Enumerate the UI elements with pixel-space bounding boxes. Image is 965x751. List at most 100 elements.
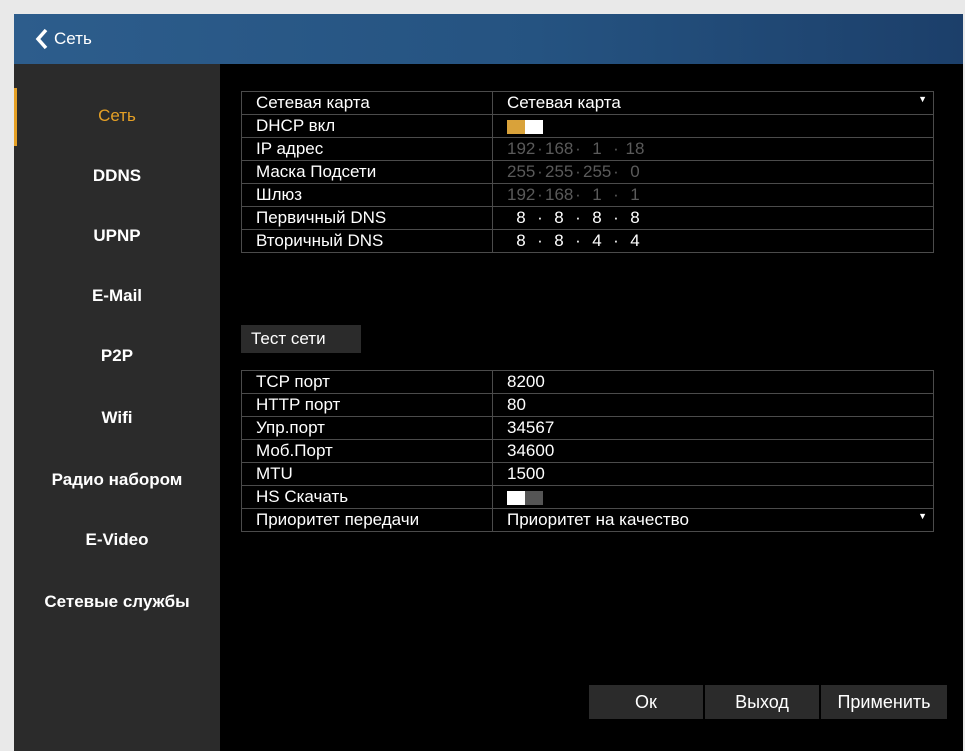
hs-download-toggle[interactable]: [507, 490, 543, 505]
table-row: MTU 1500: [241, 462, 934, 486]
ip-octet: 8: [516, 208, 526, 227]
toggle-on-segment: [507, 119, 525, 134]
secondary-dns-label: Вторичный DNS: [241, 229, 493, 253]
ip-octet: 255: [545, 162, 574, 181]
table-row: DHCP вкл: [241, 114, 934, 138]
subnet-mask-label: Маска Подсети: [241, 160, 493, 184]
ip-octet: 18: [625, 139, 645, 158]
active-indicator: [14, 88, 17, 146]
toggle-knob: [507, 490, 525, 505]
sidebar-item-network-services[interactable]: Сетевые службы: [14, 582, 220, 622]
dhcp-label: DHCP вкл: [241, 114, 493, 138]
table-row: Шлюз 192 · 168 · 1 · 1: [241, 183, 934, 207]
ports-table: TCP порт 8200 HTTP порт 80 Упр.порт 3456…: [241, 370, 934, 532]
ip-octet: 8: [554, 231, 564, 250]
ip-octet: 4: [592, 231, 602, 250]
primary-dns-field[interactable]: 8 · 8 · 8 · 8: [507, 208, 649, 228]
mobile-port-label: Моб.Порт: [241, 439, 493, 463]
table-row: TCP порт 8200: [241, 370, 934, 394]
hs-download-label: HS Скачать: [241, 485, 493, 509]
table-row: Приоритет передачи Приоритет на качество…: [241, 508, 934, 532]
sidebar-item-wifi[interactable]: Wifi: [14, 398, 220, 438]
secondary-dns-field[interactable]: 8 · 8 · 4 · 4: [507, 231, 649, 251]
sidebar-item-email[interactable]: E-Mail: [14, 276, 220, 316]
sidebar-item-label: Сеть: [98, 106, 136, 125]
mobile-port-input[interactable]: 34600: [492, 439, 934, 463]
table-row: Упр.порт 34567: [241, 416, 934, 440]
ip-octet: 4: [630, 231, 640, 250]
sidebar-item-label: P2P: [100, 346, 134, 365]
sidebar-item-dialup[interactable]: Радио набором: [14, 460, 220, 500]
gateway-field[interactable]: 192 · 168 · 1 · 1: [507, 185, 649, 205]
transfer-priority-label: Приоритет передачи: [241, 508, 493, 532]
sidebar-item-label: UPNP: [93, 226, 141, 245]
sidebar-item-label: DDNS: [92, 166, 142, 185]
ip-octet: 168: [545, 185, 574, 204]
back-button[interactable]: Сеть: [34, 22, 92, 56]
table-row: Первичный DNS 8 · 8 · 8 · 8: [241, 206, 934, 230]
ip-octet: 0: [630, 162, 640, 181]
ip-octet: 8: [516, 231, 526, 250]
sidebar-item-label: Wifi: [101, 408, 133, 427]
network-card-value: Сетевая карта: [507, 93, 621, 112]
gateway-label: Шлюз: [241, 183, 493, 207]
ip-octet: 1: [592, 139, 602, 158]
network-card-label: Сетевая карта: [241, 91, 493, 115]
sidebar-item-label: E-Mail: [91, 286, 143, 305]
ip-octet: 8: [592, 208, 602, 227]
ip-octet: 192: [507, 139, 536, 158]
network-card-select[interactable]: Сетевая карта ▼: [492, 91, 934, 115]
sidebar-item-label: E-Video: [85, 530, 149, 549]
tcp-port-label: TCP порт: [241, 370, 493, 394]
transfer-priority-select[interactable]: Приоритет на качество ▼: [492, 508, 934, 532]
ip-address-field[interactable]: 192 · 168 · 1 · 18: [507, 139, 649, 159]
sidebar-item-evideo[interactable]: E-Video: [14, 520, 220, 560]
ip-octet: 168: [545, 139, 574, 158]
sidebar: Сеть DDNS UPNP E-Mail P2P Wifi Радио наб…: [14, 64, 220, 751]
primary-dns-label: Первичный DNS: [241, 206, 493, 230]
dropdown-caret-icon: ▼: [918, 94, 927, 104]
tcp-port-input[interactable]: 8200: [492, 370, 934, 394]
sidebar-item-p2p[interactable]: P2P: [14, 336, 220, 376]
sidebar-item-label: Радио набором: [51, 470, 183, 489]
sidebar-item-network[interactable]: Сеть: [14, 88, 220, 146]
ok-button[interactable]: Ок: [589, 685, 703, 719]
ip-octet: 255: [583, 162, 612, 181]
header-bar: Сеть: [14, 14, 963, 64]
ip-octet: 1: [630, 185, 640, 204]
ip-octet: 8: [554, 208, 564, 227]
table-row: Моб.Порт 34600: [241, 439, 934, 463]
sidebar-item-ddns[interactable]: DDNS: [14, 156, 220, 196]
dropdown-caret-icon: ▼: [918, 511, 927, 521]
exit-button[interactable]: Выход: [705, 685, 819, 719]
ip-address-label: IP адрес: [241, 137, 493, 161]
subnet-mask-field[interactable]: 255 · 255 · 255 · 0: [507, 162, 649, 182]
sidebar-item-label: Сетевые службы: [44, 592, 190, 611]
table-row: Сетевая карта Сетевая карта ▼: [241, 91, 934, 115]
network-table: Сетевая карта Сетевая карта ▼ DHCP вкл I…: [241, 91, 934, 253]
table-row: HS Скачать: [241, 485, 934, 509]
mtu-label: MTU: [241, 462, 493, 486]
http-port-label: HTTP порт: [241, 393, 493, 417]
mtu-input[interactable]: 1500: [492, 462, 934, 486]
ip-octet: 1: [592, 185, 602, 204]
dhcp-toggle[interactable]: [507, 119, 543, 134]
toggle-knob: [525, 119, 543, 134]
apply-button[interactable]: Применить: [821, 685, 947, 719]
table-row: IP адрес 192 · 168 · 1 · 18: [241, 137, 934, 161]
ip-octet: 8: [630, 208, 640, 227]
ip-octet: 255: [507, 162, 536, 181]
table-row: HTTP порт 80: [241, 393, 934, 417]
table-row: Маска Подсети 255 · 255 · 255 · 0: [241, 160, 934, 184]
table-row: Вторичный DNS 8 · 8 · 4 · 4: [241, 229, 934, 253]
toggle-off-segment: [525, 490, 543, 505]
page-title: Сеть: [54, 29, 92, 48]
http-port-input[interactable]: 80: [492, 393, 934, 417]
transfer-priority-value: Приоритет на качество: [507, 510, 689, 529]
control-port-input[interactable]: 34567: [492, 416, 934, 440]
sidebar-item-upnp[interactable]: UPNP: [14, 216, 220, 256]
network-test-button[interactable]: Тест сети: [241, 325, 361, 353]
network-settings-window: Сеть Сеть DDNS UPNP E-Mail P2P Wifi Ради…: [14, 14, 963, 751]
control-port-label: Упр.порт: [241, 416, 493, 440]
chevron-left-icon: [35, 28, 48, 50]
